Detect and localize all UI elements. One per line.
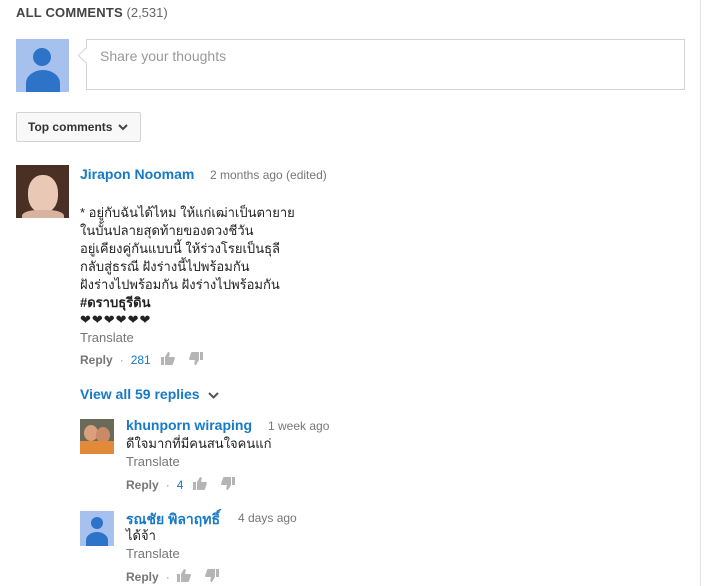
comment-time[interactable]: 2 months ago (edited) [210,168,327,182]
my-avatar-icon [16,39,69,92]
comment-hashtag[interactable]: #ดราบธุรีดิน [80,294,150,312]
reply-text: ดีใจมากที่มีคนสนใจคนแก่ [126,436,272,451]
thumbs-down-icon[interactable] [204,569,219,585]
reply-actions: Reply · [126,569,233,585]
separator-dot: · [119,353,124,367]
thumbs-down-icon[interactable] [221,477,236,493]
translate-link[interactable]: Translate [80,330,134,345]
comment-input-placeholder: Share your thoughts [100,48,227,64]
chevron-down-icon [118,120,129,134]
reply-time[interactable]: 4 days ago [238,511,297,525]
sort-comments-button[interactable]: Top comments [16,112,141,142]
comment-line: อยู่เคียงคู่กันแบบนี้ ให้ร่วงโรยเป็นธุลี [80,241,280,256]
comment-line: * อยู่กับฉันได้ไหม ให้แก่เฒ่าเป็นตายาย [80,205,295,220]
translate-link[interactable]: Translate [126,546,180,561]
comment-actions: Reply · 281 [80,352,217,368]
commenter-avatar[interactable] [16,165,69,218]
reply-text: ได้จ้า [126,528,156,543]
comment-line: ในบั้นปลายสุดท้ายของดวงชีวัน [80,223,254,238]
thumbs-up-icon[interactable] [193,477,208,493]
reply-avatar[interactable] [80,419,114,454]
reply-time[interactable]: 1 week ago [268,419,329,433]
reply-button[interactable]: Reply [80,353,113,367]
chevron-down-icon [207,386,219,402]
reply-avatar-icon[interactable] [80,511,114,546]
translate-link[interactable]: Translate [126,454,180,469]
comment-hearts: ❤❤❤❤❤❤ [80,312,152,327]
comments-header: ALL COMMENTS (2,531) [16,5,168,20]
thumbs-up-icon[interactable] [176,569,191,585]
comment-line: กลับสู่ธรณี ฝังร่างนี้ไปพร้อมกัน [80,259,250,274]
separator-dot: · [165,570,170,584]
reply-button[interactable]: Reply [126,478,159,492]
reply-author[interactable]: khunporn wiraping [126,417,252,433]
panel-border [700,0,701,586]
like-count: 281 [130,353,151,367]
comments-count: (2,531) [126,5,168,20]
sort-label: Top comments [28,120,113,134]
separator-dot: · [165,478,170,492]
comment-line: ฝังร่างไปพร้อมกัน ฝังร่างไปพร้อมกัน [80,277,280,292]
view-replies-label: View all 59 replies [80,386,200,402]
comment-input[interactable]: Share your thoughts [86,39,685,90]
like-count: 4 [176,478,184,492]
thumbs-down-icon[interactable] [188,352,203,368]
view-all-replies-button[interactable]: View all 59 replies [80,386,219,402]
comments-title: ALL COMMENTS [16,5,123,20]
thumbs-up-icon[interactable] [160,352,175,368]
reply-button[interactable]: Reply [126,570,159,584]
comment-author[interactable]: Jirapon Noomam [80,166,194,182]
reply-actions: Reply · 4 [126,477,249,493]
